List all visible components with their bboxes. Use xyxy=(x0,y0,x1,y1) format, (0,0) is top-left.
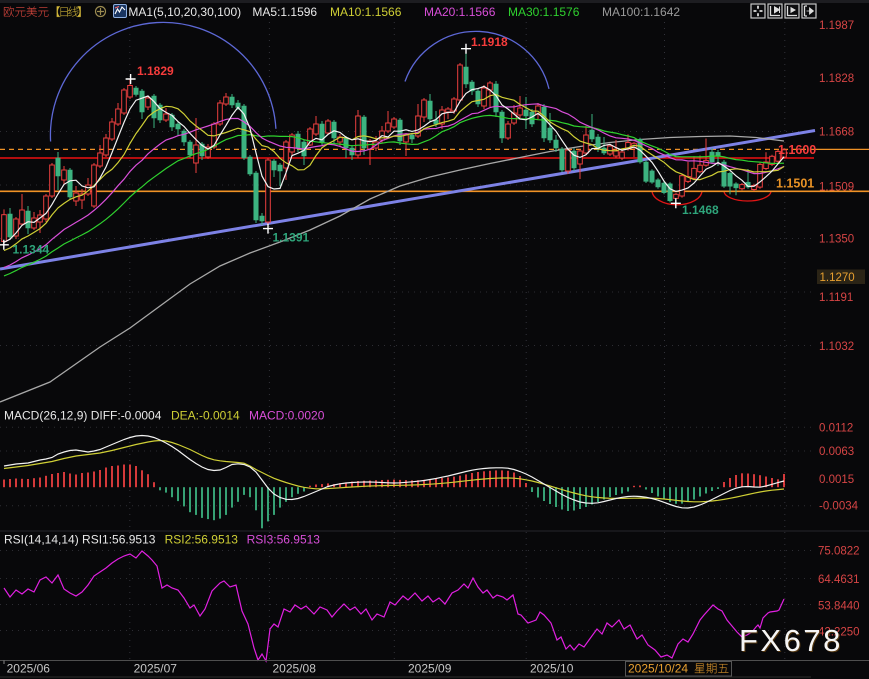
svg-text:2025/09: 2025/09 xyxy=(408,662,452,676)
svg-text:0.0015: 0.0015 xyxy=(819,474,854,486)
svg-text:1.1501: 1.1501 xyxy=(776,177,814,191)
svg-text:1.1829: 1.1829 xyxy=(137,64,174,78)
svg-text:1.1270: 1.1270 xyxy=(820,272,855,284)
svg-text:MA10:1.1566: MA10:1.1566 xyxy=(330,5,402,19)
svg-text:1.1987: 1.1987 xyxy=(819,20,854,32)
svg-text:MA30:1.1576: MA30:1.1576 xyxy=(508,5,580,19)
svg-text:MA20:1.1566: MA20:1.1566 xyxy=(424,5,496,19)
svg-text:1.1509: 1.1509 xyxy=(819,182,854,194)
svg-text:1.1344: 1.1344 xyxy=(13,243,50,257)
svg-text:2025/10: 2025/10 xyxy=(530,662,574,676)
svg-text:MACD(26,12,9) DIFF:-0.0004: MACD(26,12,9) DIFF:-0.0004 xyxy=(4,409,162,423)
svg-text:FX678: FX678 xyxy=(739,623,843,658)
svg-text:75.0822: 75.0822 xyxy=(818,546,860,558)
svg-text:0.0063: 0.0063 xyxy=(819,446,854,458)
svg-text:RSI2:56.9513: RSI2:56.9513 xyxy=(165,533,239,547)
svg-text:RSI(14,14,14) RSI1:56.9513: RSI(14,14,14) RSI1:56.9513 xyxy=(4,533,156,547)
svg-text:64.4631: 64.4631 xyxy=(818,574,860,586)
svg-text:MA5:1.1596: MA5:1.1596 xyxy=(252,5,317,19)
svg-text:1.1668: 1.1668 xyxy=(819,127,854,139)
svg-text:0.0112: 0.0112 xyxy=(819,422,853,434)
svg-text:1.1350: 1.1350 xyxy=(819,233,854,245)
svg-text:1.1032: 1.1032 xyxy=(819,341,854,353)
svg-text:1.1468: 1.1468 xyxy=(682,203,719,217)
svg-text:2025/06: 2025/06 xyxy=(7,662,51,676)
svg-text:DEA:-0.0014: DEA:-0.0014 xyxy=(171,409,240,423)
svg-text:MACD:0.0020: MACD:0.0020 xyxy=(249,409,325,423)
svg-text:-0.0034: -0.0034 xyxy=(819,501,859,513)
svg-text:53.8440: 53.8440 xyxy=(818,601,860,613)
svg-text:2025/07: 2025/07 xyxy=(134,662,178,676)
svg-text:1.1391: 1.1391 xyxy=(273,231,310,245)
svg-text:2025/08: 2025/08 xyxy=(273,662,317,676)
svg-text:RSI3:56.9513: RSI3:56.9513 xyxy=(247,533,321,547)
svg-text:1.1828: 1.1828 xyxy=(819,73,854,85)
svg-text:MA1(5,10,20,30,100): MA1(5,10,20,30,100) xyxy=(128,5,241,19)
svg-text:1.1600: 1.1600 xyxy=(778,143,816,157)
svg-text:1.1918: 1.1918 xyxy=(471,35,508,49)
svg-text:2025/10/24: 2025/10/24 xyxy=(628,662,688,676)
svg-text:1.1191: 1.1191 xyxy=(819,292,853,304)
svg-text:MA100:1.1642: MA100:1.1642 xyxy=(602,5,680,19)
